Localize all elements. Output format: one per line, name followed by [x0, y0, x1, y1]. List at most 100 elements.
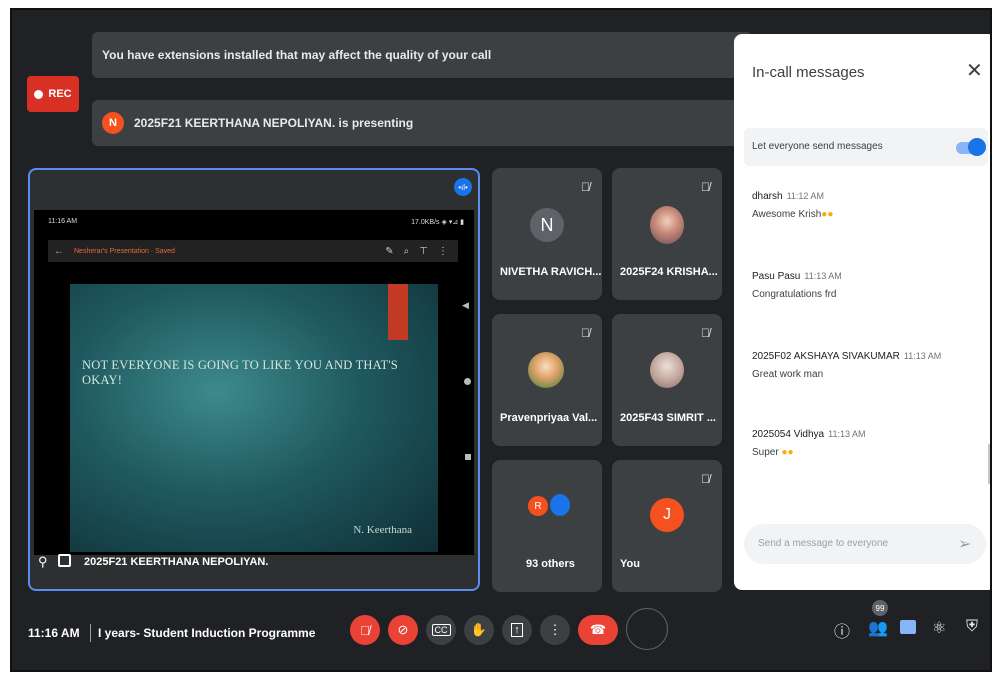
in-call-messages-panel: In-call messages ✕ Let everyone send mes… [734, 34, 990, 590]
clap-emoji-icon: ●● [821, 209, 834, 220]
message-item: 2025054 Vidhya 11:13 AM Super ●● [752, 424, 865, 458]
message-time: 11:13 AM [804, 271, 842, 281]
mic-toggle-button[interactable]: 🎙̸ [350, 615, 380, 645]
messages-scrollbar[interactable] [988, 444, 990, 484]
participant-tile[interactable]: 🎙̸ Pravenpriyaa Val... [492, 314, 602, 446]
presentation-tile[interactable]: •ıl• 11:16 AM 17.0KB/s ◈ ▾⊿ ▮ ← Nesherar… [28, 168, 480, 591]
present-icon: ↑ [511, 623, 523, 637]
raise-hand-button[interactable]: ✋ [464, 615, 494, 645]
leave-call-button[interactable]: ☎ [578, 615, 618, 645]
participant-tile[interactable]: 🎙̸ N NIVETHA RAVICH... [492, 168, 602, 300]
participant-name: 2025F43 SIMRIT ... [620, 412, 716, 424]
extensions-warning-banner: You have extensions installed that may a… [92, 32, 752, 78]
others-count: 93 others [526, 558, 575, 570]
message-sender: 2025054 Vidhya [752, 429, 825, 440]
audio-activity-icon: •ıl• [454, 178, 472, 196]
slide-signature: N. Keerthana [353, 524, 412, 536]
panel-title: In-call messages [752, 64, 865, 81]
message-time: 11:12 AM [786, 191, 824, 201]
people-count-badge: 99 [872, 600, 888, 616]
participant-tile[interactable]: 🎙̸ 2025F43 SIMRIT ... [612, 314, 722, 446]
presenter-name-label: 2025F21 KEERTHANA NEPOLIYAN. [84, 556, 269, 568]
self-tile[interactable]: 🎙̸ J You [612, 460, 722, 592]
mic-off-icon: 🎙̸ [581, 180, 590, 194]
more-options-button[interactable]: ⋮ [540, 615, 570, 645]
avatar: R [528, 496, 548, 516]
slide: NOT EVERYONE IS GOING TO LIKE YOU AND TH… [70, 284, 438, 552]
message-time: 11:13 AM [828, 429, 866, 439]
reaction-button[interactable] [626, 608, 668, 650]
mic-off-icon: 🎙̸ [360, 622, 370, 638]
send-icon[interactable]: ➢ [958, 534, 971, 554]
meeting-clock: 11:16 AM [28, 626, 80, 640]
present-button[interactable]: ↑ [502, 615, 532, 645]
send-messages-toggle-row: Let everyone send messages [744, 128, 988, 166]
phone-status-icons: 17.0KB/s ◈ ▾⊿ ▮ [411, 219, 464, 226]
avatar [528, 352, 564, 388]
hang-up-icon: ☎ [589, 622, 607, 637]
presenting-banner: N 2025F21 KEERTHANA NEPOLIYAN. is presen… [92, 100, 752, 146]
message-item: 2025F02 AKSHAYA SIVAKUMAR 11:13 AM Great … [752, 346, 941, 380]
clap-emoji-icon: ●● [781, 447, 794, 458]
participant-name: 2025F24 KRISHA... [620, 266, 718, 278]
message-text: Awesome Krish [752, 209, 822, 220]
avatar [650, 206, 684, 244]
activities-icon[interactable]: ⚛ [932, 618, 946, 638]
phone-time: 11:16 AM [48, 218, 78, 225]
meeting-info-icon[interactable]: ⓘ [834, 618, 850, 642]
participant-name: NIVETHA RAVICH... [500, 266, 602, 278]
recording-indicator[interactable]: REC [27, 76, 79, 112]
phone-status-bar: 11:16 AM 17.0KB/s ◈ ▾⊿ ▮ [48, 218, 464, 230]
message-text: Super [752, 447, 779, 458]
message-time: 11:13 AM [903, 351, 942, 361]
chat-icon[interactable] [900, 620, 916, 634]
pin-icon[interactable]: ⚲ [38, 554, 48, 570]
host-controls-icon[interactable]: ⛨ [966, 618, 978, 636]
meeting-title: I years- Student Induction Programme [98, 626, 316, 640]
message-input[interactable]: Send a message to everyone ➢ [744, 524, 986, 564]
hand-icon: ✋ [470, 622, 488, 637]
extensions-warning-text: You have extensions installed that may a… [102, 48, 492, 62]
app-bar-icons: ✎⌕⊤⋮ [385, 245, 458, 257]
avatar: N [530, 208, 564, 242]
mic-off-icon: 🎙̸ [701, 326, 710, 340]
message-sender: Pasu Pasu [752, 271, 801, 282]
captions-icon: CC [431, 624, 451, 636]
phone-nav-home-icon [464, 378, 471, 385]
rec-label: REC [48, 88, 72, 100]
avatar [650, 352, 684, 388]
bottom-divider [90, 624, 91, 642]
phone-nav-recent-icon [465, 454, 471, 460]
mic-off-icon: 🎙̸ [581, 326, 590, 340]
record-dot-icon [34, 89, 44, 99]
message-input-placeholder: Send a message to everyone [758, 538, 889, 549]
mic-off-icon: 🎙̸ [701, 472, 710, 486]
participant-tile[interactable]: 🎙̸ 2025F24 KRISHA... [612, 168, 722, 300]
participant-name: Pravenpriyaa Val... [500, 412, 598, 424]
captions-button[interactable]: CC [426, 615, 456, 645]
message-item: dharsh 11:12 AM Awesome Krish●● [752, 186, 833, 220]
message-item: Pasu Pasu 11:13 AM Congratulations frd [752, 266, 842, 300]
message-sender: 2025F02 AKSHAYA SIVAKUMAR [752, 351, 900, 362]
people-icon[interactable]: 👥 [868, 618, 888, 638]
close-icon[interactable]: ✕ [966, 58, 983, 83]
mic-off-icon: 🎙̸ [701, 180, 710, 194]
message-text: Great work man [752, 369, 824, 380]
message-sender: dharsh [752, 191, 783, 202]
present-frame-icon [58, 554, 71, 567]
slide-accent-bar [388, 284, 408, 340]
self-avatar: J [650, 498, 684, 532]
presenter-avatar: N [102, 112, 124, 134]
message-text: Congratulations frd [752, 289, 837, 300]
back-arrow-icon: ← [54, 245, 64, 257]
presentation-title: Nesherar's Presentation · Saved [74, 247, 175, 255]
toggle-knob[interactable] [968, 138, 986, 156]
others-tile[interactable]: R 93 others [492, 460, 602, 592]
shared-screen: 11:16 AM 17.0KB/s ◈ ▾⊿ ▮ ← Nesherar's Pr… [34, 210, 474, 555]
camera-off-icon: ⊘ [397, 622, 409, 637]
phone-nav-back-icon: ◀ [462, 300, 469, 310]
self-name: You [620, 558, 640, 570]
camera-toggle-button[interactable]: ⊘ [388, 615, 418, 645]
presenting-text: 2025F21 KEERTHANA NEPOLIYAN. is presenti… [134, 116, 414, 130]
slides-app-bar: ← Nesherar's Presentation · Saved ✎⌕⊤⋮ [48, 240, 458, 262]
